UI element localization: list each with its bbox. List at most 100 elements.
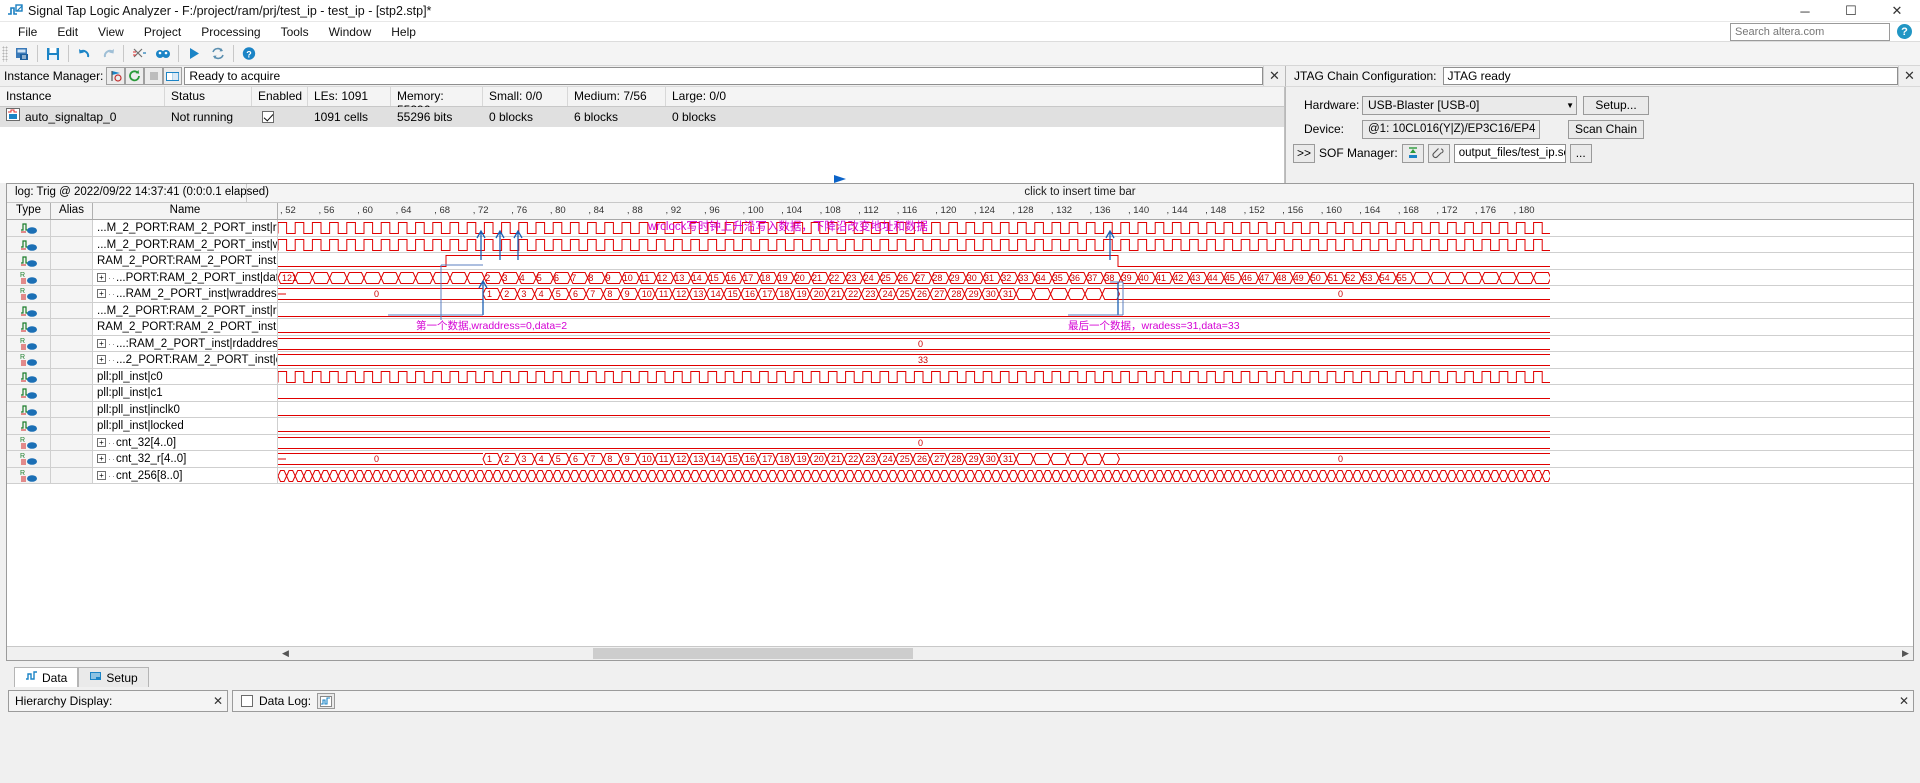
- signal-row[interactable]: pll:pll_inst|inclk0: [7, 401, 1913, 418]
- waveform-cell[interactable]: [278, 319, 1913, 335]
- waveform-cell[interactable]: [278, 385, 1913, 401]
- tab-data[interactable]: Data: [14, 667, 79, 687]
- signal-name-cell[interactable]: +··...RAM_2_PORT_inst|wraddress[4..0]: [93, 286, 278, 302]
- col-type-header[interactable]: Type: [7, 203, 51, 219]
- signal-row[interactable]: R + ··cnt_32_r[4..0] 0 1 2 3 4 5 6 7 8 9 10 11 12 13 14 15…: [7, 451, 1913, 468]
- expand-icon[interactable]: +: [97, 470, 106, 480]
- scroll-right-icon[interactable]: ▶: [1898, 647, 1913, 660]
- scroll-thumb[interactable]: [593, 648, 913, 659]
- waveform-cell[interactable]: 33: [278, 352, 1913, 368]
- cut-icon[interactable]: [128, 43, 150, 64]
- signal-row[interactable]: pll:pll_inst|locked: [7, 418, 1913, 435]
- col-status[interactable]: Status: [165, 87, 252, 106]
- datalog-icon[interactable]: [317, 693, 336, 709]
- menu-view[interactable]: View: [88, 23, 134, 41]
- waveform-cell[interactable]: [278, 402, 1913, 418]
- signal-name-cell[interactable]: RAM_2_PORT:RAM_2_PORT_inst|wren: [93, 253, 278, 269]
- save-icon[interactable]: [42, 43, 64, 64]
- menu-file[interactable]: File: [8, 23, 47, 41]
- signal-row[interactable]: ...M_2_PORT:RAM_2_PORT_inst|rdclock: [7, 302, 1913, 319]
- signal-name-cell[interactable]: + ··cnt_32_r[4..0]: [93, 451, 278, 467]
- alias-cell[interactable]: [51, 467, 93, 483]
- alias-cell[interactable]: [51, 401, 93, 417]
- menu-project[interactable]: Project: [134, 23, 191, 41]
- alias-cell[interactable]: [51, 418, 93, 434]
- col-memory[interactable]: Memory: 55296: [391, 87, 483, 117]
- trigger-position-marker[interactable]: [833, 173, 847, 187]
- signal-row[interactable]: R + ··cnt_256[8..0]: [7, 467, 1913, 484]
- scroll-left-icon[interactable]: ◀: [278, 647, 293, 660]
- signal-row[interactable]: ...M_2_PORT:RAM_2_PORT_inst|wrclock: [7, 236, 1913, 253]
- program-device-icon[interactable]: [1401, 143, 1424, 163]
- alias-cell[interactable]: [51, 286, 93, 302]
- attach-file-icon[interactable]: [1427, 143, 1450, 163]
- signal-row[interactable]: RAM_2_PORT:RAM_2_PORT_inst|rden: [7, 319, 1913, 336]
- enabled-cell[interactable]: [252, 107, 308, 127]
- signal-name-cell[interactable]: RAM_2_PORT:RAM_2_PORT_inst|rden: [93, 319, 278, 335]
- waveform-cell[interactable]: [278, 237, 1913, 253]
- waveform-cell[interactable]: [278, 220, 1913, 236]
- help-icon[interactable]: ?: [1897, 24, 1912, 39]
- undo-icon[interactable]: [73, 43, 95, 64]
- enabled-checkbox[interactable]: [262, 111, 274, 123]
- setup-button[interactable]: Setup...: [1583, 95, 1649, 115]
- waveform-cell[interactable]: 0 1 2 3 4 5 6 7 8 9 10 11 12 13 14 15 16 17 18 19 20 21 22 23 24…: [278, 451, 1913, 467]
- hardware-select[interactable]: USB-Blaster [USB-0] ▼: [1362, 95, 1577, 115]
- waveform-cell[interactable]: [278, 468, 1913, 484]
- signal-row[interactable]: R +··...2_PORT:RAM_2_PORT_inst|q[7..0] 33: [7, 352, 1913, 369]
- menu-processing[interactable]: Processing: [191, 23, 270, 41]
- signal-name-cell[interactable]: pll:pll_inst|locked: [93, 418, 278, 434]
- scroll-track[interactable]: [293, 647, 1898, 660]
- signal-name-cell[interactable]: +··...PORT:RAM_2_PORT_inst|data[7..0]: [93, 269, 278, 285]
- menu-edit[interactable]: Edit: [47, 23, 88, 41]
- instance-manager-close-icon[interactable]: ✕: [1263, 66, 1285, 86]
- signal-row[interactable]: R +··...RAM_2_PORT_inst|wraddress[4..0] 0 1…: [7, 286, 1913, 303]
- run-analysis-icon[interactable]: [183, 43, 205, 64]
- signal-name-cell[interactable]: ...M_2_PORT:RAM_2_PORT_inst|wrclock: [93, 236, 278, 252]
- expand-icon[interactable]: +: [97, 355, 106, 365]
- signal-row[interactable]: R + ··cnt_32[4..0] 0: [7, 434, 1913, 451]
- sof-path-field[interactable]: output_files/test_ip.sof: [1453, 143, 1566, 163]
- redo-icon[interactable]: [97, 43, 119, 64]
- read-data-button[interactable]: [163, 67, 183, 85]
- signal-name-cell[interactable]: pll:pll_inst|c1: [93, 385, 278, 401]
- horizontal-scrollbar[interactable]: ◀ ▶: [7, 646, 1913, 660]
- alias-cell[interactable]: [51, 368, 93, 384]
- sof-browse-button[interactable]: ...: [1569, 143, 1592, 163]
- search-input[interactable]: Search altera.com: [1730, 23, 1890, 41]
- signal-name-cell[interactable]: ...M_2_PORT:RAM_2_PORT_inst|rdclock: [93, 302, 278, 318]
- waveform-cell[interactable]: [278, 253, 1913, 269]
- alias-cell[interactable]: [51, 302, 93, 318]
- alias-cell[interactable]: [51, 385, 93, 401]
- maximize-button[interactable]: ☐: [1828, 0, 1874, 22]
- menu-help[interactable]: Help: [381, 23, 426, 41]
- col-name-header[interactable]: Name: [93, 203, 278, 219]
- device-select[interactable]: @1: 10CL016(Y|Z)/EP3C16/EP4 ▼: [1362, 119, 1540, 139]
- table-row[interactable]: auto_signaltap_0 Not running 1091 cells …: [0, 107, 1284, 127]
- new-instance-icon[interactable]: [11, 43, 33, 64]
- signal-row[interactable]: R +··...PORT:RAM_2_PORT_inst|data[7..0] 12…: [7, 269, 1913, 286]
- data-log-close-icon[interactable]: ✕: [1895, 694, 1913, 708]
- time-ruler[interactable]: , 52 , 56 , 60 , 64 , 68 , 72 , 76 , 80 , 84 , 88…: [278, 203, 1913, 219]
- alias-cell[interactable]: [51, 220, 93, 236]
- expand-icon[interactable]: +: [97, 454, 106, 464]
- alias-cell[interactable]: [51, 269, 93, 285]
- col-alias-header[interactable]: Alias: [51, 203, 93, 219]
- signal-row[interactable]: R +··...:RAM_2_PORT_inst|rdaddress[4..0] 0: [7, 335, 1913, 352]
- data-log-checkbox[interactable]: [241, 695, 253, 707]
- help-circle-icon[interactable]: ?: [238, 43, 260, 64]
- autorun-analysis-button[interactable]: [125, 67, 145, 85]
- waveform-cell[interactable]: 0 1 2 3 4 5 6 7 8 9 10 11 12 13 14 15 16 17 18 19 20 21 22 23 24…: [278, 286, 1913, 302]
- jtag-close-icon[interactable]: ✕: [1898, 66, 1920, 86]
- close-button[interactable]: ✕: [1874, 0, 1920, 22]
- menu-window[interactable]: Window: [319, 23, 382, 41]
- autorun-analysis-icon[interactable]: [207, 43, 229, 64]
- signal-name-cell[interactable]: +··...2_PORT:RAM_2_PORT_inst|q[7..0]: [93, 352, 278, 368]
- waveform-cell[interactable]: [278, 303, 1913, 319]
- signal-row[interactable]: pll:pll_inst|c1: [7, 385, 1913, 402]
- waveform-cell[interactable]: 0: [278, 336, 1913, 352]
- signal-name-cell[interactable]: pll:pll_inst|inclk0: [93, 401, 278, 417]
- signal-row[interactable]: ...M_2_PORT:RAM_2_PORT_inst|rd_aclr: [7, 220, 1913, 237]
- waveform-cell[interactable]: 0: [278, 435, 1913, 451]
- col-small[interactable]: Small: 0/0: [483, 87, 568, 106]
